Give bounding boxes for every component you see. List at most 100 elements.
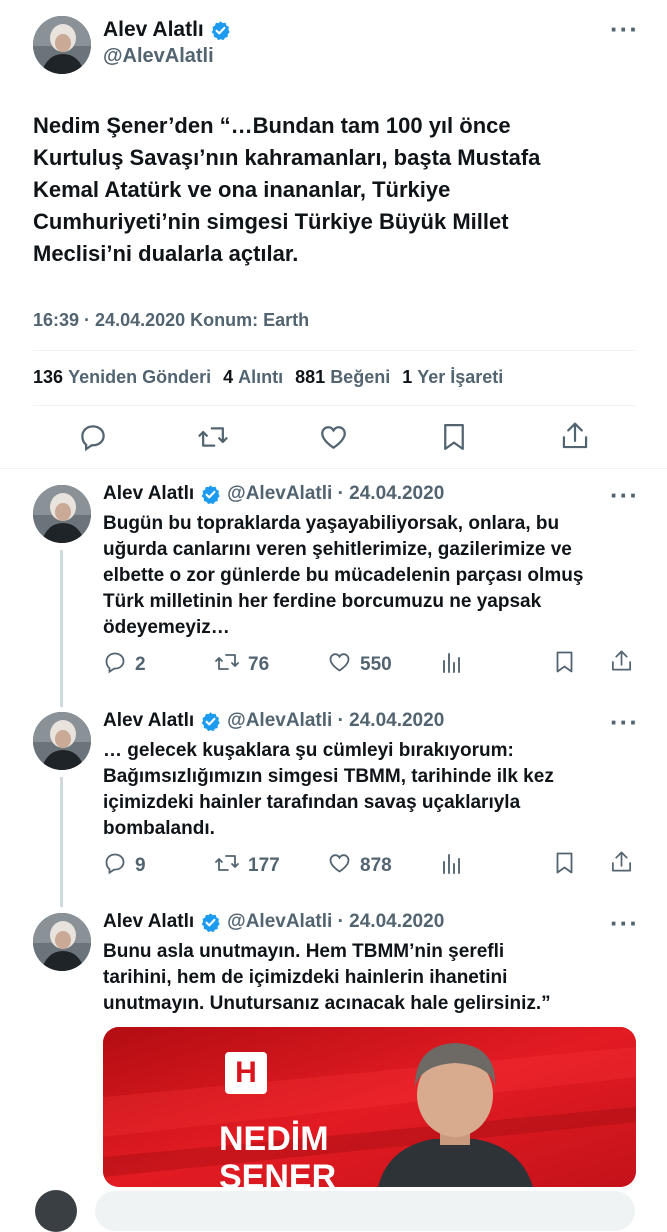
media-title-line: NEDİM <box>219 1120 329 1158</box>
views-icon[interactable] <box>441 851 463 880</box>
verified-badge-icon <box>200 711 221 732</box>
divider <box>33 405 635 406</box>
divider <box>33 350 635 351</box>
author-name[interactable]: Alev Alatlı <box>103 710 194 732</box>
reply-input[interactable] <box>95 1191 635 1231</box>
divider <box>0 468 667 469</box>
repost-icon <box>214 851 240 881</box>
likes-label: Beğeni <box>330 367 391 387</box>
share-icon[interactable] <box>610 849 633 880</box>
thread-line <box>60 550 63 707</box>
like-button[interactable]: 550 <box>327 650 392 680</box>
more-icon[interactable]: ··· <box>610 14 639 45</box>
reply-header: Alev Alatlı @AlevAlatli · 24.04.2020 <box>103 710 444 732</box>
handle-date[interactable]: @AlevAlatli · 24.04.2020 <box>227 911 444 933</box>
author-handle[interactable]: @AlevAlatli <box>103 45 214 68</box>
reply-header: Alev Alatlı @AlevAlatli · 24.04.2020 <box>103 911 444 933</box>
media-image[interactable]: H NEDİM ŞENER <box>103 1027 636 1187</box>
like-button[interactable]: 878 <box>327 851 392 881</box>
quotes-stat[interactable]: 4 Alıntı <box>223 367 283 388</box>
verified-badge-icon <box>200 484 221 505</box>
reposts-count: 136 <box>33 367 64 387</box>
author-name[interactable]: Alev Alatlı <box>103 18 204 42</box>
reply-count: 2 <box>135 654 146 675</box>
handle-date[interactable]: @AlevAlatli · 24.04.2020 <box>227 710 444 732</box>
media-logo-text: H <box>235 1056 257 1089</box>
tweet-text-line: Kemal Atatürk ve ona inananlar, Türkiye <box>33 177 451 202</box>
likes-stat[interactable]: 881 Beğeni <box>295 367 390 388</box>
media-title: NEDİM ŞENER <box>219 1120 336 1187</box>
tweet-text-line: Nedim Şener’den “…Bundan tam 100 yıl önc… <box>33 113 511 138</box>
reposts-label: Yeniden Gönderi <box>68 367 212 387</box>
reply-text-line: Türk milletinin her ferdine borcumuzu ne… <box>103 591 542 612</box>
like-count: 550 <box>360 654 392 675</box>
like-count: 878 <box>360 855 392 876</box>
reply-text-line: uğurda canlarını veren şehitlerimize, ga… <box>103 539 572 560</box>
avatar[interactable] <box>33 712 91 770</box>
tweet-text: Nedim Şener’den “…Bundan tam 100 yıl önc… <box>33 110 633 270</box>
reposts-stat[interactable]: 136 Yeniden Gönderi <box>33 367 211 388</box>
verified-badge-icon <box>200 912 221 933</box>
bookmarks-label: Yer İşareti <box>417 367 504 387</box>
separator-dot: · <box>84 310 91 330</box>
bookmark-icon[interactable] <box>441 422 467 452</box>
handle-date[interactable]: @AlevAlatli · 24.04.2020 <box>227 483 444 505</box>
repost-count: 177 <box>248 855 280 876</box>
views-icon[interactable] <box>441 650 463 679</box>
like-icon <box>327 851 352 881</box>
share-icon[interactable] <box>610 648 633 679</box>
likes-count: 881 <box>295 367 326 387</box>
more-icon[interactable]: ··· <box>610 707 639 738</box>
more-icon[interactable]: ··· <box>610 480 639 511</box>
media-logo: H <box>225 1052 267 1094</box>
reply-text-line: Bugün bu topraklarda yaşayabiliyorsak, o… <box>103 513 560 534</box>
reply-button[interactable]: 9 <box>103 851 146 881</box>
tweet-text-line: Kurtuluş Savaşı’nın kahramanları, başta … <box>33 145 541 170</box>
avatar[interactable] <box>33 913 91 971</box>
reply-icon <box>103 650 127 680</box>
repost-button[interactable]: 76 <box>214 650 269 680</box>
repost-count: 76 <box>248 654 270 675</box>
quotes-label: Alıntı <box>238 367 284 387</box>
avatar[interactable] <box>33 16 91 74</box>
reply-icon[interactable] <box>78 422 108 452</box>
reply-text: Bugün bu topraklarda yaşayabiliyorsak, o… <box>103 511 643 641</box>
stats-row: 136 Yeniden Gönderi 4 Alıntı 881 Beğeni … <box>33 367 503 388</box>
reply-text-line: unutmayın. Unutursanız acınacak hale gel… <box>103 993 551 1014</box>
tweet-date[interactable]: 24.04.2020 <box>95 310 185 331</box>
reply-icon <box>103 851 127 881</box>
bookmarks-stat[interactable]: 1 Yer İşareti <box>402 367 503 388</box>
bookmark-icon[interactable] <box>554 650 575 679</box>
avatar[interactable] <box>35 1190 77 1232</box>
more-icon[interactable]: ··· <box>610 908 639 939</box>
avatar[interactable] <box>33 485 91 543</box>
repost-button[interactable]: 177 <box>214 851 280 881</box>
like-icon <box>327 650 352 680</box>
reply-text: Bunu asla unutmayın. Hem TBMM’nin şerefl… <box>103 939 643 1017</box>
timestamp-row: 16:39 · 24.04.2020 Konum: Earth <box>33 310 309 331</box>
media-title-line: ŞENER <box>219 1158 337 1187</box>
tweet-time[interactable]: 16:39 <box>33 310 79 331</box>
reply-text-line: bombalandı. <box>103 818 215 839</box>
share-icon[interactable] <box>560 420 590 452</box>
reply-text-line: … gelecek kuşaklara şu cümleyi bırakıyor… <box>103 740 514 761</box>
bookmark-icon[interactable] <box>554 851 575 880</box>
tweet-text-line: Meclisi’ni dualarla açtılar. <box>33 241 299 266</box>
author-name[interactable]: Alev Alatlı <box>103 911 194 933</box>
reply-text-line: elbette o zor günlerde bu mücadelenin pa… <box>103 565 584 586</box>
reply-text-line: Bunu asla unutmayın. Hem TBMM’nin şerefl… <box>103 941 505 962</box>
quotes-count: 4 <box>223 367 234 387</box>
author-name[interactable]: Alev Alatlı <box>103 483 194 505</box>
reply-text-line: Bağımsızlığımızın simgesi TBMM, tarihind… <box>103 766 554 787</box>
reply-count: 9 <box>135 855 146 876</box>
reply-text-line: içimizdeki hainler tarafından savaş uçak… <box>103 792 521 813</box>
repost-icon[interactable] <box>197 422 229 452</box>
like-icon[interactable] <box>318 422 349 452</box>
reply-button[interactable]: 2 <box>103 650 146 680</box>
tweet-text-line: Cumhuriyeti’nin simgesi Türkiye Büyük Mi… <box>33 209 509 234</box>
reply-header: Alev Alatlı @AlevAlatli · 24.04.2020 <box>103 483 444 505</box>
location-value: Earth <box>263 310 310 330</box>
verified-badge-icon <box>210 20 231 41</box>
repost-icon <box>214 650 240 680</box>
reply-text-line: ödeyemeyiz… <box>103 617 230 638</box>
